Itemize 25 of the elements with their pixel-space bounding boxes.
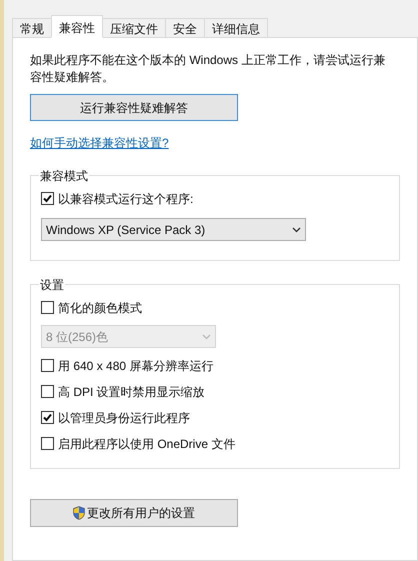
checkbox[interactable] xyxy=(41,359,54,372)
shield-icon xyxy=(73,506,85,520)
tab[interactable]: 常规 xyxy=(12,18,52,38)
change-all-users-button[interactable]: 更改所有用户的设置 xyxy=(30,499,238,527)
checkbox-label: 简化的颜色模式 xyxy=(58,300,142,316)
tab[interactable]: 压缩文件 xyxy=(102,18,166,38)
tab[interactable]: 详细信息 xyxy=(204,18,268,38)
checkbox-label: 高 DPI 设置时禁用显示缩放 xyxy=(58,384,205,400)
checkbox[interactable] xyxy=(41,437,54,450)
checkbox[interactable] xyxy=(41,411,54,424)
tab[interactable]: 兼容性 xyxy=(51,15,103,38)
checkbox-label: 启用此程序以使用 OneDrive 文件 xyxy=(58,436,236,452)
description: 如果此程序不能在这个版本的 Windows 上正常工作，请尝试运行兼容性疑难解答。 xyxy=(29,52,386,86)
troubleshoot-button[interactable]: 运行兼容性疑难解答 xyxy=(30,94,238,121)
help-link[interactable]: 如何手动选择兼容性设置? xyxy=(30,136,169,150)
checkbox[interactable] xyxy=(41,192,54,205)
checkbox-label: 用 640 x 480 屏幕分辨率运行 xyxy=(58,358,214,374)
checkbox-label: 以兼容模式运行这个程序: xyxy=(58,190,194,208)
chevron-down-icon xyxy=(292,226,301,232)
tab[interactable]: 安全 xyxy=(165,18,205,38)
checkbox[interactable] xyxy=(41,385,54,398)
checkbox-label: 以管理员身份运行此程序 xyxy=(58,410,190,426)
checkbox[interactable] xyxy=(41,301,54,314)
dropdown[interactable]: Windows XP (Service Pack 3) xyxy=(41,218,306,241)
chevron-down-icon xyxy=(202,334,211,340)
